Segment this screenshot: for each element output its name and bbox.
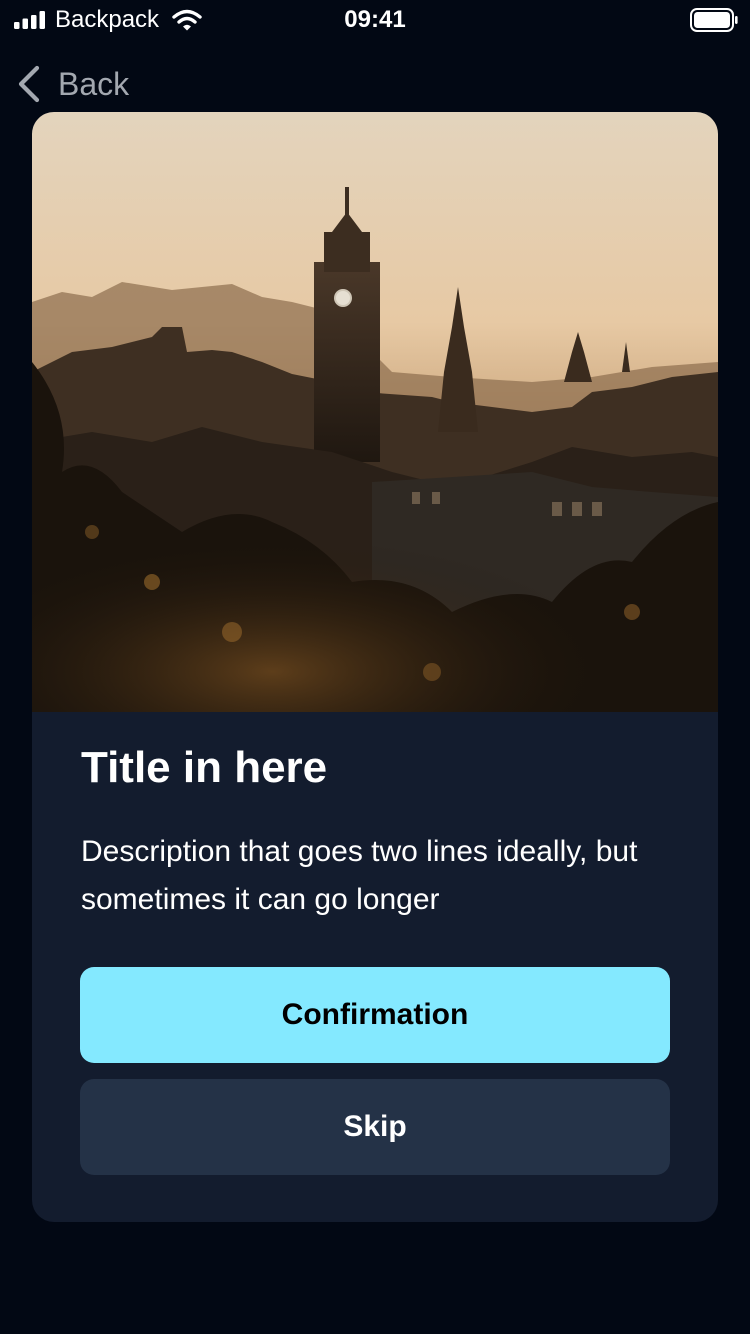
content-card: Title in here Description that goes two …	[32, 112, 718, 1222]
battery-icon	[690, 8, 738, 32]
status-time: 09:41	[344, 6, 406, 33]
status-bar: Backpack 09:41	[0, 0, 750, 40]
confirmation-button[interactable]: Confirmation	[80, 967, 670, 1063]
card-title: Title in here	[81, 743, 328, 792]
back-button[interactable]: Back	[14, 62, 129, 106]
back-label: Back	[58, 66, 130, 102]
screen: Backpack 09:41 Back Title in here Descri…	[0, 0, 750, 1334]
hero-image	[32, 112, 718, 712]
card-description: Description that goes two lines ideally,…	[81, 835, 638, 916]
chevron-left-icon	[18, 65, 40, 103]
skip-button[interactable]: Skip	[80, 1079, 670, 1175]
